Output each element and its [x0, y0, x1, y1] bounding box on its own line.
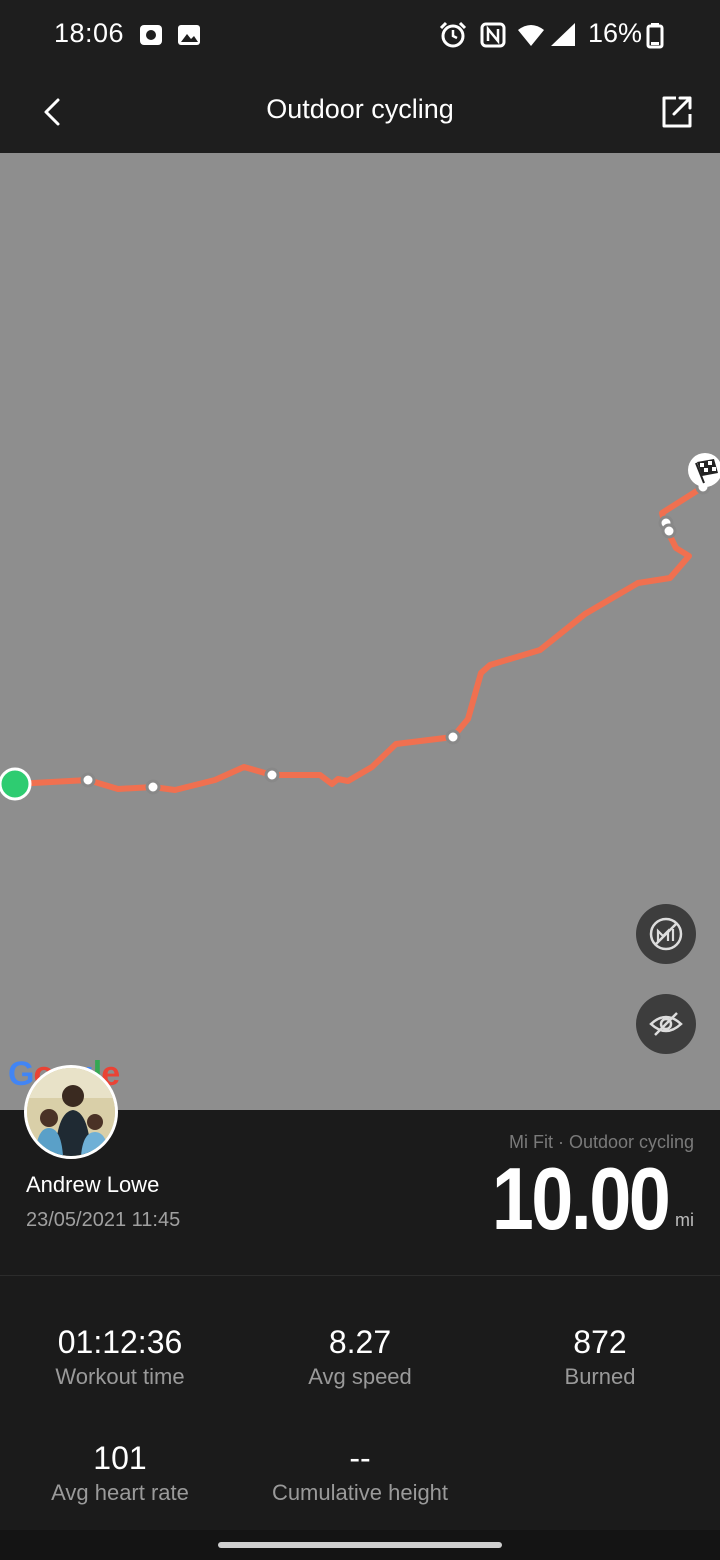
home-indicator[interactable]: [218, 1542, 502, 1548]
route-path: [0, 453, 720, 801]
stat-cumulative-height: -- Cumulative height: [240, 1440, 480, 1506]
km-marker: [264, 767, 280, 783]
image-icon: [178, 25, 200, 45]
navigation-bar: [0, 1530, 720, 1560]
km-marker: [661, 523, 677, 539]
km-marker: [80, 772, 96, 788]
battery-icon: [646, 23, 664, 49]
stat-label: Burned: [564, 1364, 636, 1389]
workout-date: 23/05/2021 11:45: [26, 1209, 181, 1231]
stats-panel: 01:12:36 Workout time 8.27 Avg speed 872…: [0, 1276, 720, 1530]
share-icon[interactable]: [656, 92, 696, 132]
stat-value: 101: [93, 1440, 147, 1476]
stat-value: 8.27: [328, 1324, 392, 1360]
wifi-icon: [518, 25, 544, 46]
finish-flag-icon: [688, 453, 720, 487]
hide-route-icon: [649, 1012, 683, 1036]
km-marker: [145, 779, 161, 795]
status-time: 18:06: [54, 18, 125, 48]
hide-route-button[interactable]: [636, 994, 696, 1054]
distance-value: 10.00: [491, 1149, 671, 1248]
stat-workout-time: 01:12:36 Workout time: [0, 1324, 240, 1390]
stat-label: Avg speed: [308, 1364, 412, 1389]
stat-value: 872: [573, 1324, 627, 1360]
distance-markers-toggle-button[interactable]: [636, 904, 696, 964]
stat-avg-heart-rate: 101 Avg heart rate: [0, 1440, 240, 1506]
stat-value: 01:12:36: [57, 1324, 183, 1360]
route-map[interactable]: Google: [0, 153, 720, 1110]
stat-label: Workout time: [55, 1364, 185, 1389]
distance-unit: mi: [675, 1210, 694, 1230]
distance-markers-toggle-icon: [649, 917, 683, 951]
status-bar: 18:06 16%: [0, 0, 720, 70]
start-marker: [0, 767, 32, 801]
stat-burned: 872 Burned: [480, 1324, 720, 1390]
stat-label: Cumulative height: [271, 1480, 449, 1505]
stat-avg-speed: 8.27 Avg speed: [240, 1324, 480, 1390]
alarm-icon: [439, 21, 467, 48]
page-title: Outdoor cycling: [266, 94, 454, 124]
stat-label: Avg heart rate: [51, 1480, 189, 1505]
stat-value: --: [349, 1440, 371, 1476]
battery-percentage: 16%: [588, 18, 643, 48]
screenshot-icon: [140, 25, 162, 45]
signal-icon: [551, 23, 575, 46]
app-header: Outdoor cycling: [0, 70, 720, 153]
avatar[interactable]: [24, 1065, 118, 1159]
user-name: Andrew Lowe: [26, 1172, 160, 1197]
nfc-icon: [480, 22, 506, 48]
avatar-photo: [27, 1068, 115, 1156]
km-marker: [445, 729, 461, 745]
